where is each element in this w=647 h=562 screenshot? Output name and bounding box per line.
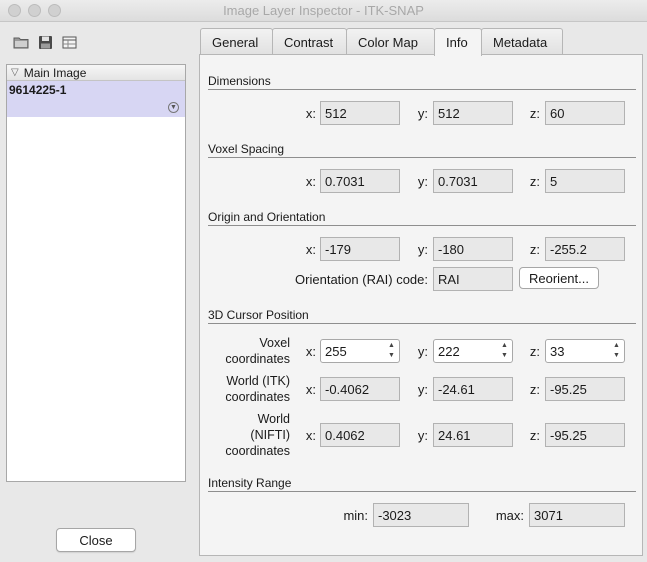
world-nifti-y-field: 24.61 bbox=[433, 423, 513, 447]
origin-x-field: -179 bbox=[320, 237, 400, 261]
z-label: z: bbox=[529, 106, 540, 121]
label-line: World bbox=[257, 412, 290, 426]
world-nifti-x-field: 0.4062 bbox=[320, 423, 400, 447]
z-label: z: bbox=[529, 382, 540, 397]
world-itk-label: World (ITK) coordinates bbox=[208, 373, 290, 405]
layer-group-header[interactable]: ▽ Main Image bbox=[7, 65, 185, 81]
dimension-z-field: 60 bbox=[545, 101, 625, 125]
x-label: x: bbox=[305, 174, 316, 189]
world-nifti-z-field: -95.25 bbox=[545, 423, 625, 447]
save-icon[interactable] bbox=[36, 33, 54, 51]
layer-list[interactable]: ▽ Main Image 9614225-1 ▼ bbox=[6, 64, 186, 482]
x-label: x: bbox=[305, 106, 316, 121]
folder-icon[interactable] bbox=[12, 33, 30, 51]
world-itk-x-field: -0.4062 bbox=[320, 377, 400, 401]
divider bbox=[208, 225, 636, 226]
spacing-x-field: 0.7031 bbox=[320, 169, 400, 193]
dimensions-title: Dimensions bbox=[208, 74, 271, 88]
layer-item[interactable]: 9614225-1 ▼ bbox=[7, 81, 185, 117]
stepper-value[interactable]: 222 bbox=[438, 344, 460, 359]
stepper-value[interactable]: 255 bbox=[325, 344, 347, 359]
reorient-button[interactable]: Reorient... bbox=[519, 267, 599, 289]
stepper-arrows-icon[interactable]: ▲ ▼ bbox=[499, 342, 510, 360]
window-title: Image Layer Inspector - ITK-SNAP bbox=[223, 3, 424, 18]
origin-orientation-title: Origin and Orientation bbox=[208, 210, 326, 224]
origin-z-field: -255.2 bbox=[545, 237, 625, 261]
divider bbox=[208, 89, 636, 90]
label-line: coordinates bbox=[225, 352, 290, 366]
label-line: coordinates bbox=[225, 390, 290, 404]
z-label: z: bbox=[529, 174, 540, 189]
dimension-x-field: 512 bbox=[320, 101, 400, 125]
tab-general[interactable]: General bbox=[200, 28, 273, 55]
stepper-value[interactable]: 33 bbox=[550, 344, 564, 359]
y-label: y: bbox=[417, 106, 428, 121]
intensity-max-field: 3071 bbox=[529, 503, 625, 527]
x-label: x: bbox=[305, 428, 316, 443]
voxel-z-stepper[interactable]: 33 ▲ ▼ bbox=[545, 339, 625, 363]
voxel-coordinates-label: Voxel coordinates bbox=[208, 335, 290, 367]
orientation-label: Orientation (RAI) code: bbox=[295, 272, 428, 287]
cursor-position-title: 3D Cursor Position bbox=[208, 308, 309, 322]
label-line: Voxel bbox=[259, 336, 290, 350]
y-label: y: bbox=[417, 174, 428, 189]
label-line: coordinates bbox=[225, 444, 290, 458]
y-label: y: bbox=[417, 344, 428, 359]
tab-color-map[interactable]: Color Map bbox=[346, 28, 435, 55]
tab-contrast[interactable]: Contrast bbox=[272, 28, 347, 55]
z-label: z: bbox=[529, 242, 540, 257]
stepper-arrows-icon[interactable]: ▲ ▼ bbox=[386, 342, 397, 360]
world-itk-y-field: -24.61 bbox=[433, 377, 513, 401]
divider bbox=[208, 157, 636, 158]
x-label: x: bbox=[305, 242, 316, 257]
tab-bar: General Contrast Color Map Info Metadata bbox=[200, 28, 563, 56]
intensity-min-field: -3023 bbox=[373, 503, 469, 527]
x-label: x: bbox=[305, 382, 316, 397]
voxel-y-stepper[interactable]: 222 ▲ ▼ bbox=[433, 339, 513, 363]
layer-group-label: Main Image bbox=[23, 65, 87, 80]
z-label: z: bbox=[529, 344, 540, 359]
spacing-z-field: 5 bbox=[545, 169, 625, 193]
world-itk-z-field: -95.25 bbox=[545, 377, 625, 401]
spacing-y-field: 0.7031 bbox=[433, 169, 513, 193]
y-label: y: bbox=[417, 242, 428, 257]
layer-item-name: 9614225-1 bbox=[9, 83, 67, 97]
chevron-down-icon[interactable]: ▼ bbox=[168, 102, 179, 113]
info-panel: Dimensions x: 512 y: 512 z: 60 Voxel Spa… bbox=[199, 54, 643, 556]
title-bar: Image Layer Inspector - ITK-SNAP bbox=[0, 0, 647, 22]
collapse-triangle-icon[interactable]: ▽ bbox=[11, 67, 19, 78]
stepper-arrows-icon[interactable]: ▲ ▼ bbox=[611, 342, 622, 360]
y-label: y: bbox=[417, 428, 428, 443]
z-label: z: bbox=[529, 428, 540, 443]
divider bbox=[208, 323, 636, 324]
min-label: min: bbox=[343, 508, 368, 523]
y-label: y: bbox=[417, 382, 428, 397]
close-button[interactable]: Close bbox=[56, 528, 136, 552]
max-label: max: bbox=[495, 508, 524, 523]
intensity-range-title: Intensity Range bbox=[208, 476, 292, 490]
tab-metadata[interactable]: Metadata bbox=[481, 28, 563, 55]
origin-y-field: -180 bbox=[433, 237, 513, 261]
x-label: x: bbox=[305, 344, 316, 359]
voxel-x-stepper[interactable]: 255 ▲ ▼ bbox=[320, 339, 400, 363]
voxel-spacing-title: Voxel Spacing bbox=[208, 142, 285, 156]
divider bbox=[208, 491, 636, 492]
label-line: World (ITK) bbox=[226, 374, 290, 388]
orientation-code-field: RAI bbox=[433, 267, 513, 291]
world-nifti-label: World (NIFTI) coordinates bbox=[208, 411, 290, 459]
tab-info[interactable]: Info bbox=[434, 28, 482, 56]
layout-icon[interactable] bbox=[60, 33, 78, 51]
label-line: (NIFTI) bbox=[250, 428, 290, 442]
dimension-y-field: 512 bbox=[433, 101, 513, 125]
